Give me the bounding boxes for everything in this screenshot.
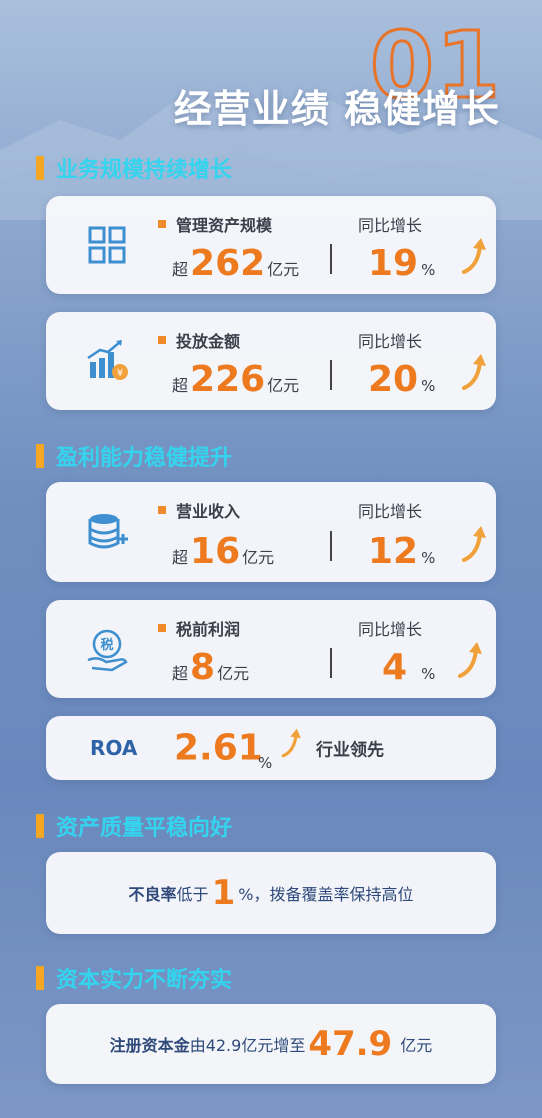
section-title-quality: 资产质量平稳向好: [36, 810, 232, 842]
section-marker: [36, 814, 44, 838]
capital-term: 注册资本金: [109, 1036, 190, 1055]
capital-text: 注册资本金由42.9亿元增至47.9 亿元: [46, 1024, 496, 1064]
value-unit: 亿元: [217, 664, 250, 683]
card-label: 营业收入: [158, 498, 240, 522]
grid-icon: [88, 226, 126, 264]
yoy-number: 12: [368, 531, 419, 572]
svg-text:税: 税: [100, 637, 113, 653]
value-prefix: 超: [172, 260, 189, 279]
value-row: 超 226 亿元: [172, 362, 299, 398]
tax-hand-icon: 税: [87, 629, 128, 672]
value-prefix: 超: [172, 548, 189, 567]
svg-text:¥: ¥: [117, 368, 123, 379]
roa-note: 行业领先: [316, 740, 384, 761]
up-arrow-icon: [462, 238, 486, 274]
quality-text: 不良率低于1 %，拨备覆盖率保持高位: [46, 873, 496, 913]
yoy-row: 19 %: [368, 246, 435, 282]
bullet: [158, 220, 166, 228]
capital-value: 47.9: [308, 1024, 393, 1064]
up-arrow-icon: [462, 526, 486, 562]
yoy-row: 20 %: [368, 362, 435, 398]
card-revenue: 营业收入 超 16 亿元 同比增长 12 %: [46, 482, 496, 582]
yoy-label: 同比增长: [358, 216, 423, 235]
value-row: 超 262 亿元: [172, 246, 299, 282]
section-marker: [36, 156, 44, 180]
roa-value: 2.61: [174, 727, 263, 769]
divider: [330, 359, 332, 390]
yoy-label: 同比增长: [358, 620, 423, 639]
quality-value: 1: [211, 873, 236, 913]
card-assets: 管理资产规模 超 262 亿元 同比增长 19 %: [46, 196, 496, 294]
card-label: 税前利润: [158, 616, 240, 640]
yoy-number: 19: [368, 243, 419, 284]
section-title-capital: 资本实力不断夯实: [36, 962, 232, 994]
yoy-percent: %: [421, 377, 436, 395]
card-label: 投放金额: [158, 328, 240, 352]
section-marker: [36, 966, 44, 990]
up-arrow-icon: [462, 354, 486, 390]
capital-text-2: 由42.9亿元增至: [189, 1036, 306, 1055]
value-number: 226: [190, 359, 266, 400]
section-title-text: 资产质量平稳向好: [56, 816, 233, 841]
card-capital: 注册资本金由42.9亿元增至47.9 亿元: [46, 1004, 496, 1084]
value-number: 262: [190, 243, 266, 284]
label-text: 营业收入: [176, 502, 241, 521]
bullet: [158, 506, 166, 514]
divider: [330, 647, 332, 678]
section-title-text: 盈利能力稳健提升: [56, 446, 233, 471]
section-title-profit: 盈利能力稳健提升: [36, 440, 232, 472]
card-quality: 不良率低于1 %，拨备覆盖率保持高位: [46, 852, 496, 934]
card-lending: ¥ 投放金额 超 226 亿元 同比增长 20 %: [46, 312, 496, 410]
bullet: [158, 336, 166, 344]
value-number: 16: [190, 531, 241, 572]
value-row: 超 16 亿元: [172, 534, 274, 570]
page-title: 经营业绩 稳健增长: [173, 87, 500, 131]
section-title-text: 资本实力不断夯实: [56, 968, 233, 993]
quality-text-2: 低于: [176, 885, 209, 904]
label-text: 税前利润: [176, 620, 241, 639]
card-pretax: 税 税前利润 超 8 亿元 同比增长 4 %: [46, 600, 496, 698]
divider: [330, 531, 332, 561]
card-roa: ROA 2.61 % 行业领先: [46, 716, 496, 780]
yoy-percent: %: [421, 665, 436, 683]
card-label: 管理资产规模: [158, 212, 272, 236]
up-arrow-icon: [281, 728, 301, 758]
yoy-row: 4 %: [382, 650, 435, 686]
section-title-scale: 业务规模持续增长: [36, 152, 232, 184]
quality-text-3: %，拨备覆盖率保持高位: [238, 885, 414, 904]
quality-term: 不良率: [128, 885, 177, 904]
value-number: 8: [190, 647, 216, 688]
bullet: [158, 624, 166, 632]
database-plus-icon: [88, 514, 128, 549]
section-marker: [36, 444, 44, 468]
label-text: 管理资产规模: [176, 216, 273, 235]
value-unit: 亿元: [267, 260, 300, 279]
yoy-row: 12 %: [368, 534, 435, 570]
yoy-percent: %: [421, 261, 436, 279]
yoy-label: 同比增长: [358, 502, 423, 521]
yoy-number: 20: [368, 359, 419, 400]
yoy-label: 同比增长: [358, 332, 423, 351]
capital-text-3: 亿元: [395, 1036, 433, 1055]
roa-label: ROA: [90, 736, 138, 760]
yoy-number: 4: [382, 647, 408, 688]
label-text: 投放金额: [176, 332, 241, 351]
roa-percent: %: [258, 754, 273, 772]
up-arrow-icon: [458, 642, 482, 678]
value-row: 超 8 亿元: [172, 650, 249, 686]
value-prefix: 超: [172, 376, 189, 395]
value-unit: 亿元: [267, 376, 300, 395]
section-title-text: 业务规模持续增长: [56, 158, 233, 183]
value-unit: 亿元: [242, 548, 275, 567]
growth-chart-yuan-icon: ¥: [87, 340, 128, 380]
value-prefix: 超: [172, 664, 189, 683]
yoy-percent: %: [421, 549, 436, 567]
divider: [330, 243, 332, 274]
